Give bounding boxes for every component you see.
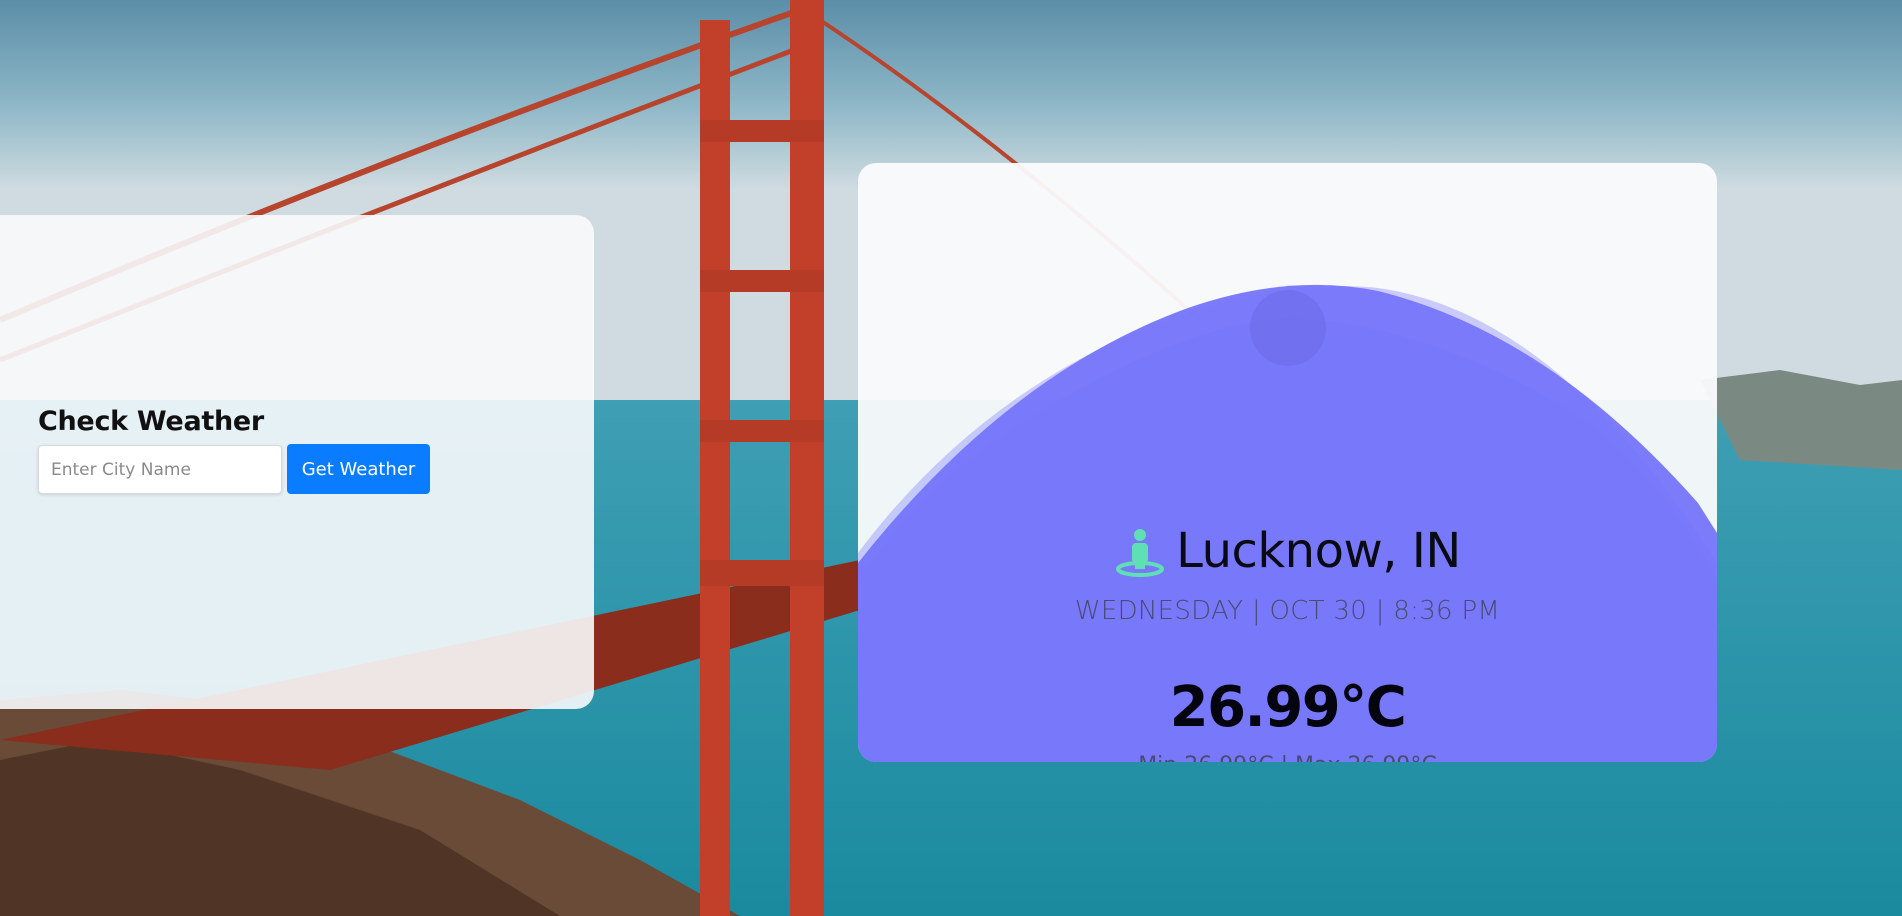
date-time: WEDNESDAY | OCT 30 | 8:36 PM bbox=[1074, 596, 1501, 626]
wave-decoration bbox=[858, 284, 1717, 762]
search-title: Check Weather bbox=[38, 406, 264, 437]
temperature: 26.99°C bbox=[1169, 675, 1407, 740]
city-name: Lucknow, IN bbox=[1176, 523, 1461, 579]
person-pin-icon bbox=[1116, 529, 1165, 577]
location-row: Lucknow, IN bbox=[858, 523, 1717, 579]
get-weather-button[interactable]: Get Weather bbox=[287, 444, 430, 494]
city-search-input[interactable] bbox=[38, 445, 282, 494]
min-max-temperature: Min 26.99°C | Max 26.99°C bbox=[858, 753, 1717, 762]
weather-card: Lucknow, IN WEDNESDAY | OCT 30 | 8:36 PM… bbox=[858, 163, 1717, 762]
